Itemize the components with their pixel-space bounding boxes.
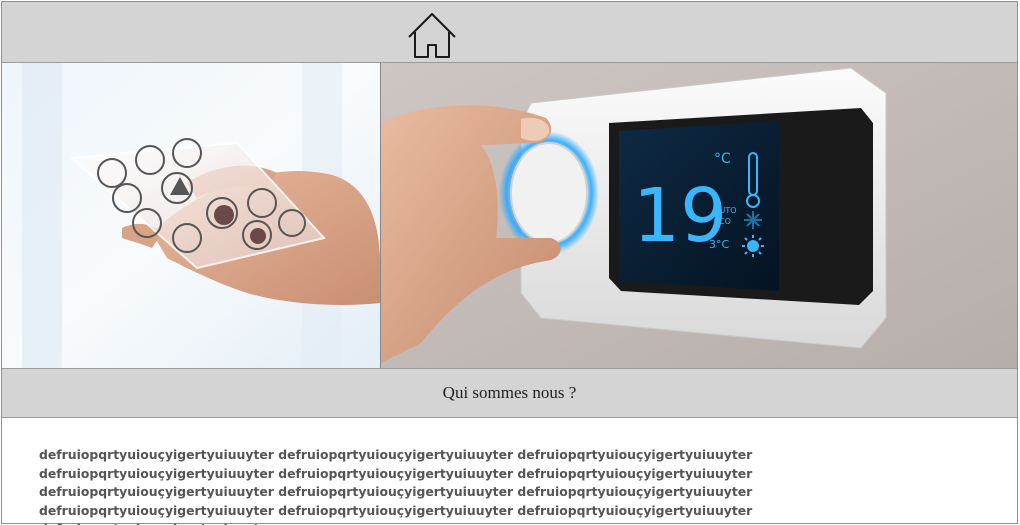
section-title: Qui sommes nous ? (442, 383, 577, 402)
thermostat-dial[interactable] (510, 142, 588, 244)
thermostat-eco-delta: 3°C (709, 238, 729, 251)
home-icon (408, 13, 456, 58)
smart-home-panel-image (2, 63, 380, 368)
thermostat-mode-eco: ECO (714, 217, 731, 226)
top-nav-bar (2, 2, 1017, 63)
thermostat-image: 19 °C AUTO ECO 3°C (380, 63, 1017, 368)
section-title-bar: Qui sommes nous ? (2, 368, 1017, 418)
thermostat-mode-auto: AUTO (714, 206, 737, 215)
page-frame: 19 °C AUTO ECO 3°C Qui sommes nous ? def… (1, 1, 1018, 525)
thermostat-unit: °C (714, 151, 731, 167)
content-paragraph: defruiopqrtyuiouçyigertyuiuuyter defruio… (39, 447, 753, 525)
home-button[interactable] (405, 11, 459, 61)
hero-images: 19 °C AUTO ECO 3°C (2, 63, 1017, 368)
